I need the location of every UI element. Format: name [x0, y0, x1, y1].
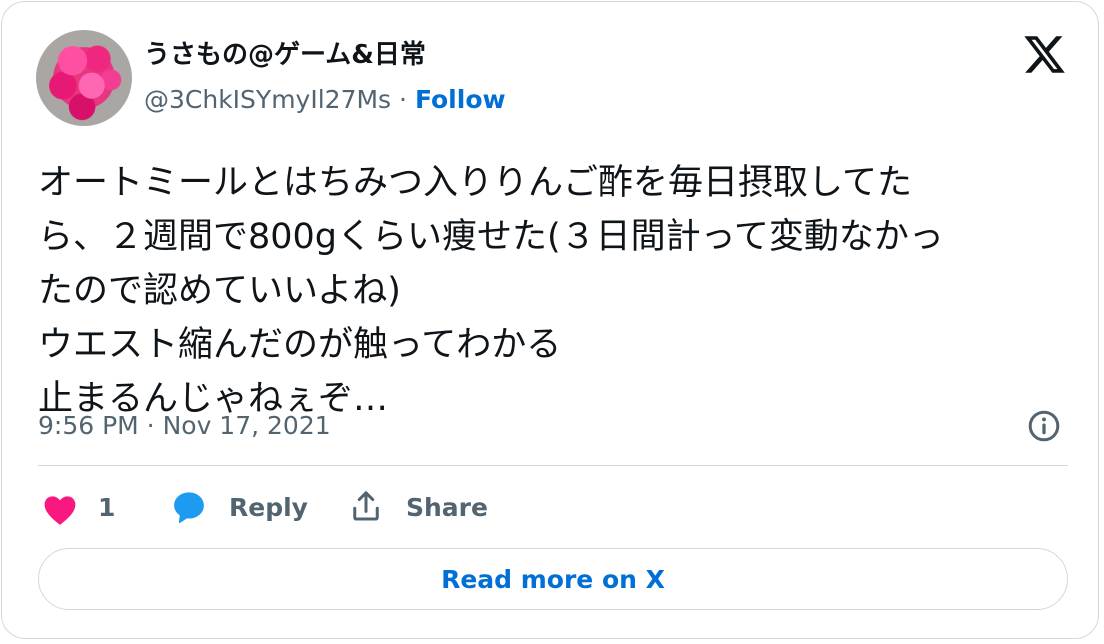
- heart-icon[interactable]: [42, 494, 78, 526]
- like-count[interactable]: 1: [98, 489, 115, 527]
- tweet-actions: 1 Reply Share: [2, 485, 1098, 533]
- reply-button[interactable]: Reply: [229, 489, 308, 527]
- speech-bubble-icon[interactable]: [170, 488, 208, 526]
- share-button[interactable]: Share: [406, 489, 488, 527]
- handle-separator: ·: [399, 85, 407, 114]
- user-avatar[interactable]: [36, 30, 132, 126]
- info-icon[interactable]: [1026, 408, 1062, 444]
- tweet-text: オートミールとはちみつ入りりんご酢を毎日摂取してた ら、２週間で800gくらい痩…: [38, 163, 944, 419]
- user-handle-row: @3ChkISYmyIl27Ms · Follow: [144, 82, 506, 118]
- share-arrow-icon[interactable]: [348, 488, 384, 524]
- user-handle[interactable]: @3ChkISYmyIl27Ms: [144, 85, 391, 114]
- actions-divider: [38, 465, 1068, 466]
- read-more-button[interactable]: Read more on X: [38, 548, 1068, 610]
- x-logo-icon[interactable]: [1022, 32, 1067, 77]
- tweet-timestamp[interactable]: 9:56 PM · Nov 17, 2021: [38, 407, 331, 445]
- follow-link[interactable]: Follow: [415, 85, 506, 114]
- user-display-name[interactable]: うさもの@ゲーム&日常: [144, 37, 426, 73]
- tweet-card: うさもの@ゲーム&日常 @3ChkISYmyIl27Ms · Follow オー…: [1, 1, 1099, 639]
